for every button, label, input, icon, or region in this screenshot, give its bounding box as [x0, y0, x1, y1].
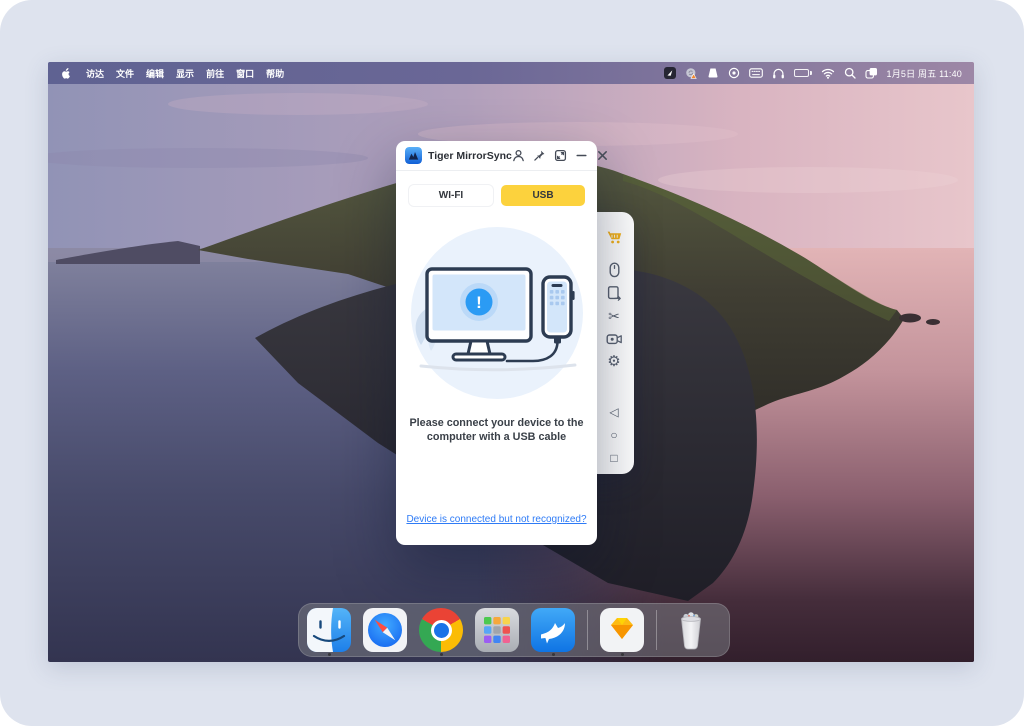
- android-home-icon[interactable]: ○: [605, 427, 623, 442]
- running-indicator: [552, 653, 555, 656]
- fullscreen-icon[interactable]: [554, 149, 567, 162]
- tiger-mirrorsync-window: Tiger MirrorSync WI-FI: [396, 141, 597, 545]
- tab-usb-label: USB: [532, 190, 553, 201]
- dock-sketch-icon[interactable]: [600, 608, 644, 652]
- menu-file[interactable]: 文件: [116, 67, 134, 80]
- cart-icon[interactable]: [605, 229, 623, 244]
- dock-divider: [587, 610, 588, 650]
- dock-dingtalk-icon[interactable]: [531, 608, 575, 652]
- battery-icon[interactable]: [794, 62, 812, 84]
- menu-edit[interactable]: 编辑: [146, 67, 164, 80]
- not-recognized-link[interactable]: Device is connected but not recognized?: [396, 514, 597, 525]
- usb-connect-illustration: !: [397, 225, 597, 405]
- status-message-line1: Please connect your device to the: [396, 416, 597, 430]
- page-background: 访达 文件 编辑 显示 前往 窗口 帮助: [0, 0, 1024, 726]
- app-logo-icon: [405, 147, 422, 164]
- status-message: Please connect your device to the comput…: [396, 416, 597, 444]
- account-icon[interactable]: [512, 149, 525, 162]
- dock-divider: [656, 610, 657, 650]
- menu-go[interactable]: 前往: [206, 67, 224, 80]
- search-icon[interactable]: [844, 62, 856, 84]
- menu-view[interactable]: 显示: [176, 67, 194, 80]
- window-titlebar: Tiger MirrorSync: [396, 141, 597, 171]
- record-icon[interactable]: [728, 62, 740, 84]
- drive-icon[interactable]: [707, 62, 719, 84]
- running-indicator: [440, 653, 443, 656]
- connection-tabs: WI-FI USB: [396, 185, 597, 206]
- apple-menu[interactable]: [60, 67, 86, 80]
- keyboard-icon[interactable]: [749, 62, 763, 84]
- status-message-line2: computer with a USB cable: [396, 430, 597, 444]
- menu-help[interactable]: 帮助: [266, 67, 284, 80]
- close-icon[interactable]: [596, 149, 609, 162]
- android-recents-icon[interactable]: □: [605, 450, 623, 465]
- menu-window[interactable]: 窗口: [236, 67, 254, 80]
- desktop: 访达 文件 编辑 显示 前往 窗口 帮助: [48, 62, 974, 662]
- dock-launchpad-icon[interactable]: [475, 608, 519, 652]
- window-title: Tiger MirrorSync: [428, 150, 512, 162]
- dock: [298, 603, 730, 657]
- running-indicator: [328, 653, 331, 656]
- screen-record-icon[interactable]: [605, 331, 623, 346]
- dock-finder-icon[interactable]: [307, 608, 351, 652]
- wifi-icon[interactable]: [821, 62, 835, 84]
- pin-icon[interactable]: [533, 149, 546, 162]
- sync-alert-icon[interactable]: [685, 62, 698, 84]
- menu-bar-clock[interactable]: 1月5日 周五 11:40: [887, 62, 962, 84]
- tab-wifi[interactable]: WI-FI: [409, 185, 493, 206]
- dock-chrome-icon[interactable]: [419, 608, 463, 652]
- dock-trash-icon[interactable]: [669, 608, 713, 652]
- titlebar-buttons: [512, 149, 609, 162]
- svg-text:!: !: [476, 293, 482, 312]
- settings-gear-icon[interactable]: ⚙: [605, 354, 623, 369]
- dock-safari-icon[interactable]: [363, 608, 407, 652]
- android-back-icon[interactable]: ◁: [605, 404, 623, 419]
- scissors-icon[interactable]: ✂: [605, 308, 623, 323]
- tab-usb[interactable]: USB: [501, 185, 585, 206]
- headphones-icon[interactable]: [772, 62, 785, 84]
- rotate-screen-icon[interactable]: [605, 285, 623, 300]
- tab-wifi-label: WI-FI: [439, 190, 463, 201]
- app-badge-icon[interactable]: [664, 62, 676, 84]
- minimize-icon[interactable]: [575, 149, 588, 162]
- menu-bar: 访达 文件 编辑 显示 前往 窗口 帮助: [48, 62, 974, 84]
- menu-finder[interactable]: 访达: [86, 67, 104, 80]
- running-indicator: [621, 653, 624, 656]
- control-center-icon[interactable]: [865, 62, 878, 84]
- mouse-icon[interactable]: [605, 262, 623, 277]
- apple-icon: [60, 67, 71, 80]
- menu-bar-status: 1月5日 周五 11:40: [664, 62, 962, 84]
- menu-items: 访达 文件 编辑 显示 前往 窗口 帮助: [86, 67, 284, 80]
